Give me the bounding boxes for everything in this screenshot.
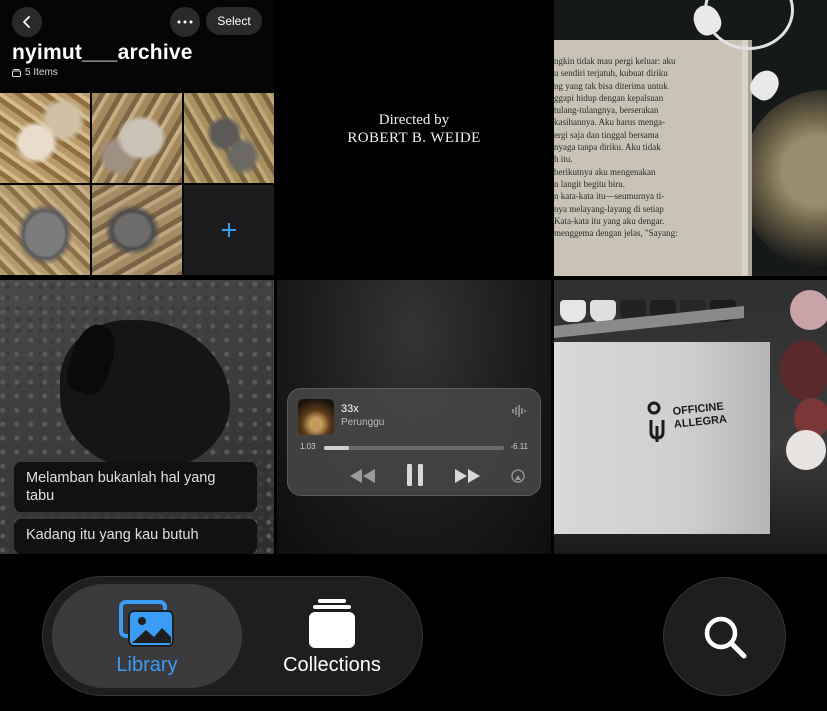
- album-item-count: 5 Items: [12, 67, 58, 78]
- photo-thumbnail[interactable]: [184, 93, 274, 183]
- airplay-button[interactable]: [510, 468, 526, 484]
- select-button[interactable]: Select: [206, 7, 262, 35]
- photo-thumbnail[interactable]: [92, 93, 182, 183]
- chevron-left-icon: [23, 16, 30, 28]
- add-photo-button[interactable]: [184, 185, 274, 275]
- caption-bubble: Kadang itu yang kau butuh: [14, 519, 257, 554]
- plus-icon: [222, 223, 236, 237]
- pause-button[interactable]: [401, 461, 429, 489]
- song-artist: Perunggu: [341, 417, 385, 428]
- song-title: 33x: [341, 403, 359, 415]
- cup-image: [560, 300, 586, 322]
- search-button[interactable]: [663, 577, 786, 696]
- coffee-photo-tile[interactable]: OFFICINE ALLEGRA: [554, 280, 827, 554]
- back-button[interactable]: [12, 7, 42, 37]
- progress-fill: [324, 446, 350, 450]
- remaining-time: -6.11: [510, 442, 528, 451]
- waveform-icon: [512, 405, 526, 417]
- photo-thumbnail[interactable]: [92, 185, 182, 275]
- progress-bar[interactable]: [324, 446, 504, 450]
- pause-icon: [407, 464, 423, 486]
- credits-line-directed: Directed by: [378, 112, 450, 128]
- flower-image: [780, 340, 827, 400]
- collections-icon: [309, 599, 355, 648]
- album-count-label: 5 Items: [25, 67, 58, 78]
- brand-logo-icon: [647, 401, 665, 442]
- book-photo-tile[interactable]: ngkin tidak mau pergi keluar: aku u send…: [554, 0, 827, 276]
- rewind-icon: [350, 469, 375, 483]
- bowl-image: [740, 90, 827, 270]
- book-text: ngkin tidak mau pergi keluar: aku u send…: [554, 56, 678, 239]
- photo-thumbnail[interactable]: [0, 185, 90, 275]
- album-tile[interactable]: Select nyimut___archive 5 Items: [0, 0, 274, 276]
- photo-thumbnail[interactable]: [0, 93, 90, 183]
- music-photo-tile[interactable]: 33x Perunggu 1.03 -6.11: [277, 280, 551, 554]
- airplay-icon: [511, 469, 525, 483]
- ellipsis-icon: [177, 20, 193, 24]
- album-title: nyimut___archive: [12, 41, 193, 64]
- credits-photo-tile[interactable]: Directed by ROBERT B. WEIDE: [277, 0, 551, 276]
- album-artwork: [298, 399, 334, 435]
- tab-bar: Library Collections: [42, 576, 423, 696]
- vase-image: [786, 430, 826, 470]
- now-playing-widget: 33x Perunggu 1.03 -6.11: [287, 388, 541, 496]
- tab-collections[interactable]: Collections: [248, 584, 416, 688]
- tab-library[interactable]: Library: [52, 584, 242, 688]
- tab-collections-label: Collections: [283, 654, 381, 676]
- caption-bubble: Melamban bukanlah hal yang tabu: [14, 462, 257, 512]
- stack-icon: [12, 69, 21, 77]
- balloon-image: [790, 290, 827, 330]
- street-photo-tile[interactable]: Melamban bukanlah hal yang tabu Kadang i…: [0, 280, 274, 554]
- tab-library-label: Library: [116, 654, 178, 676]
- elapsed-time: 1.03: [300, 442, 316, 451]
- cup-image: [590, 300, 616, 322]
- fast-forward-icon: [455, 469, 480, 483]
- brand-text: OFFICINE ALLEGRA: [672, 400, 728, 431]
- rewind-button[interactable]: [348, 465, 378, 487]
- earbud-image: [745, 65, 785, 105]
- photos-icon: [119, 600, 174, 647]
- credits-line-name: ROBERT B. WEIDE: [347, 130, 481, 146]
- fast-forward-button[interactable]: [452, 465, 482, 487]
- more-button[interactable]: [170, 7, 200, 37]
- search-icon: [704, 616, 746, 658]
